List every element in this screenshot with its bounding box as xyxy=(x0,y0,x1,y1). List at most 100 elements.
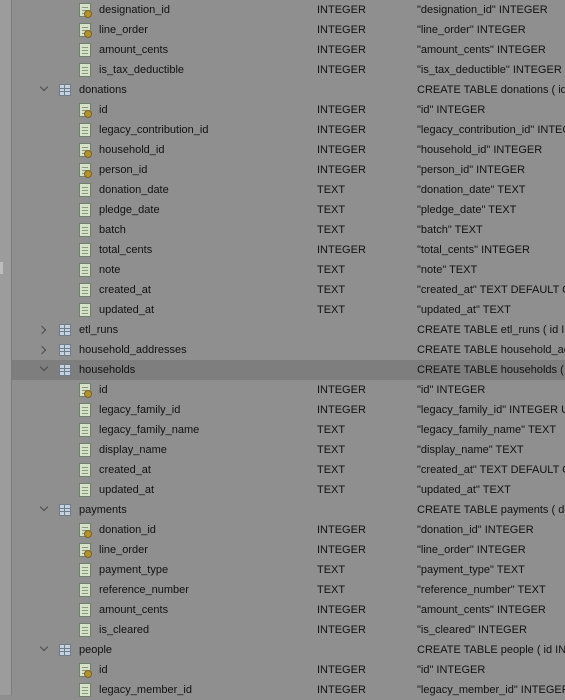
column-type: TEXT xyxy=(317,564,346,576)
column-name: person_id xyxy=(99,164,148,176)
key-column-icon xyxy=(79,163,92,178)
table-name: household_addresses xyxy=(79,344,187,356)
column-row[interactable]: batch TEXT "batch" TEXT xyxy=(12,220,565,240)
column-name: pledge_date xyxy=(99,204,160,216)
resize-handle[interactable] xyxy=(0,262,3,274)
table-name: donations xyxy=(79,84,127,96)
left-gutter xyxy=(0,0,12,695)
schema-definition: "legacy_contribution_id" INTEG xyxy=(417,124,565,136)
column-name: display_name xyxy=(99,444,167,456)
column-row[interactable]: designation_id INTEGER "designation_id" IN… xyxy=(12,0,565,20)
schema-definition: "note" TEXT xyxy=(417,264,478,276)
table-row[interactable]: donations CREATE TABLE donations ( id I xyxy=(12,80,565,100)
schema-definition: "donation_date" TEXT xyxy=(417,184,526,196)
column-row[interactable]: legacy_member_id INTEGER "legacy_member_id… xyxy=(12,680,565,700)
column-row[interactable]: note TEXT "note" TEXT xyxy=(12,260,565,280)
column-row[interactable]: amount_cents INTEGER "amount_cents" INTEGE… xyxy=(12,40,565,60)
chevron-down-icon[interactable] xyxy=(38,640,50,660)
column-type: TEXT xyxy=(317,224,346,236)
column-row[interactable]: donation_id INTEGER "donation_id" INTEGER xyxy=(12,520,565,540)
column-name: created_at xyxy=(99,464,151,476)
column-row[interactable]: pledge_date TEXT "pledge_date" TEXT xyxy=(12,200,565,220)
column-name: legacy_member_id xyxy=(99,684,192,696)
schema-definition: "updated_at" TEXT xyxy=(417,484,511,496)
column-row[interactable]: is_tax_deductible INTEGER "is_tax_deductib… xyxy=(12,60,565,80)
schema-definition: "display_name" TEXT xyxy=(417,444,524,456)
column-type: TEXT xyxy=(317,464,346,476)
column-icon xyxy=(79,43,91,57)
column-row[interactable]: created_at TEXT "created_at" TEXT DEFAULT … xyxy=(12,460,565,480)
column-type: TEXT xyxy=(317,444,346,456)
chevron-right-icon[interactable] xyxy=(38,320,50,340)
column-type: INTEGER xyxy=(317,684,366,696)
column-type: INTEGER xyxy=(317,404,366,416)
column-icon xyxy=(79,303,91,317)
column-row[interactable]: reference_number TEXT "reference_number" T… xyxy=(12,580,565,600)
column-name: legacy_family_id xyxy=(99,404,181,416)
column-row[interactable]: updated_at TEXT "updated_at" TEXT xyxy=(12,480,565,500)
chevron-down-icon[interactable] xyxy=(38,500,50,520)
schema-definition: "line_order" INTEGER xyxy=(417,24,526,36)
column-name: designation_id xyxy=(99,4,170,16)
schema-definition: "line_order" INTEGER xyxy=(417,544,526,556)
chevron-down-icon[interactable] xyxy=(38,360,50,380)
column-name: donation_id xyxy=(99,524,156,536)
table-icon xyxy=(59,364,71,376)
column-icon xyxy=(79,183,91,197)
column-icon xyxy=(79,223,91,237)
column-name: legacy_family_name xyxy=(99,424,200,436)
column-icon xyxy=(79,563,91,577)
column-row[interactable]: total_cents INTEGER "total_cents" INTEGER xyxy=(12,240,565,260)
column-row[interactable]: donation_date TEXT "donation_date" TEXT xyxy=(12,180,565,200)
column-row[interactable]: line_order INTEGER "line_order" INTEGER xyxy=(12,540,565,560)
chevron-down-icon[interactable] xyxy=(38,80,50,100)
column-name: note xyxy=(99,264,121,276)
column-row[interactable]: display_name TEXT "display_name" TEXT xyxy=(12,440,565,460)
column-row[interactable]: id INTEGER "id" INTEGER xyxy=(12,660,565,680)
schema-definition: "id" INTEGER xyxy=(417,384,486,396)
table-row[interactable]: households CREATE TABLE households ( id xyxy=(12,360,565,380)
column-row[interactable]: legacy_family_id INTEGER "legacy_family_id… xyxy=(12,400,565,420)
column-row[interactable]: is_cleared INTEGER "is_cleared" INTEGER xyxy=(12,620,565,640)
column-type: INTEGER xyxy=(317,624,366,636)
column-type: INTEGER xyxy=(317,4,366,16)
column-row[interactable]: household_id INTEGER "household_id" INTEGE… xyxy=(12,140,565,160)
column-name: payment_type xyxy=(99,564,169,576)
column-name: total_cents xyxy=(99,244,153,256)
column-type: INTEGER xyxy=(317,664,366,676)
key-column-icon xyxy=(79,3,92,18)
table-row[interactable]: payments CREATE TABLE payments ( don xyxy=(12,500,565,520)
column-name: batch xyxy=(99,224,126,236)
chevron-right-icon[interactable] xyxy=(38,340,50,360)
column-row[interactable]: amount_cents INTEGER "amount_cents" INTEGE… xyxy=(12,600,565,620)
column-row[interactable]: person_id INTEGER "person_id" INTEGER xyxy=(12,160,565,180)
key-column-icon xyxy=(79,143,92,158)
column-type: INTEGER xyxy=(317,124,366,136)
column-row[interactable]: id INTEGER "id" INTEGER xyxy=(12,100,565,120)
column-type: INTEGER xyxy=(317,64,366,76)
schema-definition: "payment_type" TEXT xyxy=(417,564,525,576)
column-type: TEXT xyxy=(317,264,346,276)
column-name: id xyxy=(99,104,108,116)
column-row[interactable]: legacy_family_name TEXT "legacy_family_nam… xyxy=(12,420,565,440)
column-icon xyxy=(79,483,91,497)
column-type: INTEGER xyxy=(317,244,366,256)
table-row[interactable]: people CREATE TABLE people ( id INTE xyxy=(12,640,565,660)
column-type: INTEGER xyxy=(317,604,366,616)
table-row[interactable]: etl_runs CREATE TABLE etl_runs ( id IN xyxy=(12,320,565,340)
column-name: household_id xyxy=(99,144,165,156)
column-row[interactable]: updated_at TEXT "updated_at" TEXT xyxy=(12,300,565,320)
schema-definition: "legacy_family_id" INTEGER UN xyxy=(417,404,565,416)
column-row[interactable]: created_at TEXT "created_at" TEXT DEFAULT … xyxy=(12,280,565,300)
column-row[interactable]: id INTEGER "id" INTEGER xyxy=(12,380,565,400)
schema-definition: "amount_cents" INTEGER xyxy=(417,604,546,616)
column-row[interactable]: legacy_contribution_id INTEGER "legacy_con… xyxy=(12,120,565,140)
schema-definition: CREATE TABLE payments ( don xyxy=(417,504,565,516)
column-type: INTEGER xyxy=(317,544,366,556)
column-row[interactable]: line_order INTEGER "line_order" INTEGER xyxy=(12,20,565,40)
column-row[interactable]: payment_type TEXT "payment_type" TEXT xyxy=(12,560,565,580)
schema-definition: "is_cleared" INTEGER xyxy=(417,624,527,636)
schema-definition: "created_at" TEXT DEFAULT C xyxy=(417,284,565,296)
table-row[interactable]: household_addresses CREATE TABLE househol… xyxy=(12,340,565,360)
column-type: TEXT xyxy=(317,424,346,436)
